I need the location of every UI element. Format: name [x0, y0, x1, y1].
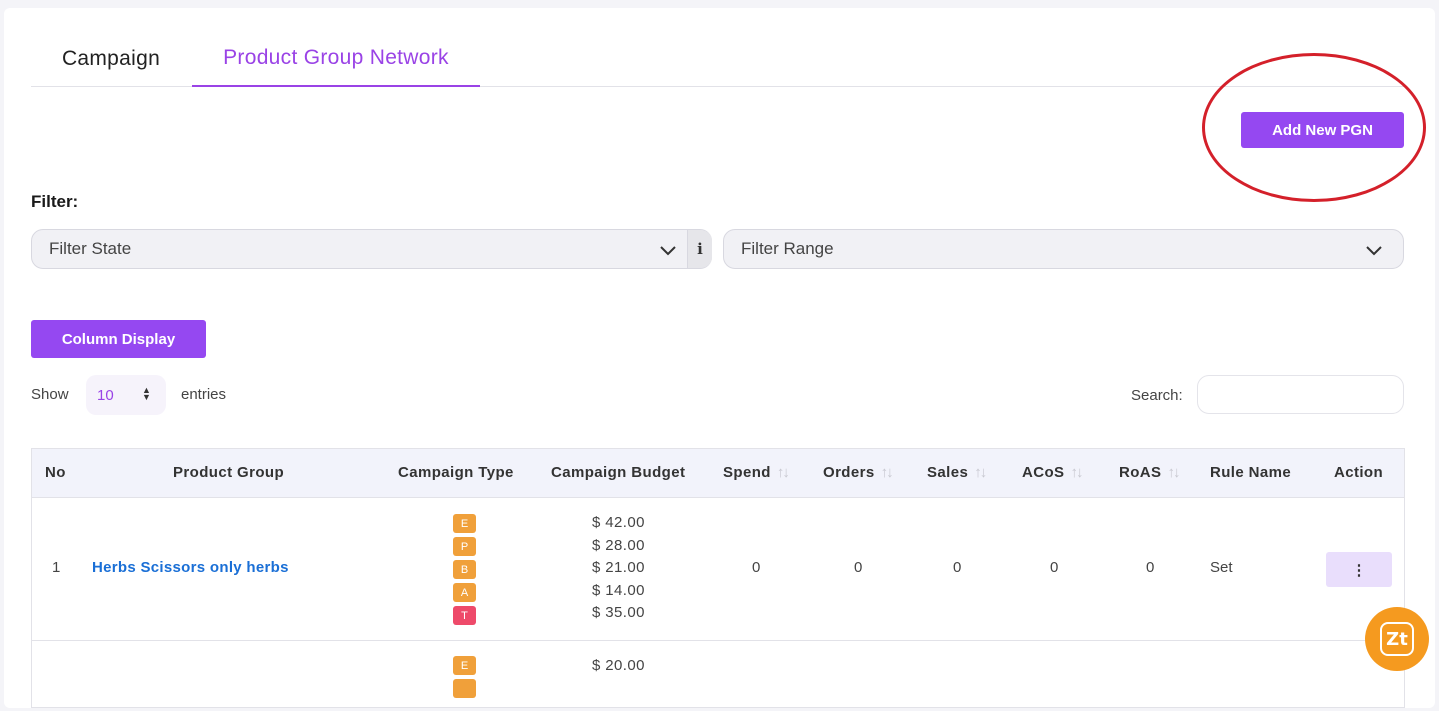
- chevron-down-icon: [1366, 246, 1382, 256]
- campaign-type-badge: E: [453, 514, 476, 533]
- campaign-budget: $ 20.00: [592, 657, 645, 674]
- search-label: Search:: [1131, 387, 1183, 404]
- row-number: 1: [52, 559, 61, 576]
- show-label: Show: [31, 386, 69, 403]
- zt-logo-icon: Zt: [1380, 622, 1414, 656]
- sort-icon: ↑↓: [1070, 464, 1083, 481]
- header-acos[interactable]: ACoS ↑↓: [1022, 464, 1083, 481]
- entries-value: 10: [97, 386, 114, 404]
- header-roas-label: RoAS: [1119, 464, 1162, 481]
- campaign-type-badge: P: [453, 537, 476, 556]
- row-action-menu-button[interactable]: ⋮: [1326, 552, 1392, 587]
- filter-range-placeholder: Filter Range: [741, 239, 834, 258]
- sort-icon: ↑↓: [974, 464, 987, 481]
- entries-per-page-select[interactable]: 10 ▲ ▼: [86, 375, 166, 415]
- tab-product-group-network[interactable]: Product Group Network: [192, 30, 480, 87]
- roas-value: 0: [1146, 559, 1155, 576]
- header-orders[interactable]: Orders ↑↓: [823, 464, 894, 481]
- column-display-button[interactable]: Column Display: [31, 320, 206, 358]
- campaign-budget: $ 28.00: [592, 537, 645, 554]
- header-spend-label: Spend: [723, 464, 771, 481]
- header-acos-label: ACoS: [1022, 464, 1065, 481]
- header-action: Action: [1334, 464, 1384, 481]
- campaign-budget: $ 42.00: [592, 514, 645, 531]
- pgn-table: No Product Group Campaign Type Campaign …: [31, 448, 1405, 708]
- table-row: E $ 20.00: [32, 641, 1404, 711]
- info-icon[interactable]: i: [687, 230, 712, 268]
- select-arrows-icon: ▲ ▼: [142, 385, 151, 402]
- tab-bar: Campaign Product Group Network: [31, 30, 1407, 87]
- chevron-down-icon: [660, 246, 676, 256]
- filter-state-placeholder: Filter State: [49, 239, 132, 258]
- header-spend[interactable]: Spend ↑↓: [723, 464, 790, 481]
- header-sales[interactable]: Sales ↑↓: [927, 464, 987, 481]
- add-new-pgn-button[interactable]: Add New PGN: [1241, 112, 1404, 148]
- header-campaign-type[interactable]: Campaign Type: [398, 464, 514, 481]
- spend-value: 0: [752, 559, 761, 576]
- sort-icon: ↑↓: [776, 464, 790, 481]
- campaign-type-badge: [453, 679, 476, 698]
- sort-icon: ↑↓: [880, 464, 894, 481]
- filter-label: Filter:: [31, 192, 79, 211]
- acos-value: 0: [1050, 559, 1059, 576]
- filter-state-select[interactable]: Filter State i: [31, 229, 712, 269]
- sales-value: 0: [953, 559, 962, 576]
- header-rule-name[interactable]: Rule Name: [1210, 464, 1291, 481]
- header-product-group[interactable]: Product Group: [173, 464, 284, 481]
- campaign-type-badge: E: [453, 656, 476, 675]
- orders-value: 0: [854, 559, 863, 576]
- campaign-budget: $ 14.00: [592, 582, 645, 599]
- sort-icon: ↑↓: [1167, 464, 1180, 481]
- search-input[interactable]: [1197, 375, 1404, 414]
- header-roas[interactable]: RoAS ↑↓: [1119, 464, 1180, 481]
- product-group-link[interactable]: Herbs Scissors only herbs: [92, 559, 289, 576]
- header-orders-label: Orders: [823, 464, 875, 481]
- chat-widget-button[interactable]: Zt: [1365, 607, 1429, 671]
- filter-range-select[interactable]: Filter Range: [723, 229, 1404, 269]
- table-row: 1 Herbs Scissors only herbs E P B A T $ …: [32, 498, 1404, 641]
- header-no[interactable]: No: [45, 464, 66, 481]
- entries-label: entries: [181, 386, 227, 403]
- campaign-budget: $ 21.00: [592, 559, 645, 576]
- table-header: No Product Group Campaign Type Campaign …: [32, 449, 1404, 498]
- tab-campaign[interactable]: Campaign: [31, 30, 191, 87]
- campaign-type-badge: A: [453, 583, 476, 602]
- campaign-budget: $ 35.00: [592, 604, 645, 621]
- header-sales-label: Sales: [927, 464, 969, 481]
- header-campaign-budget[interactable]: Campaign Budget: [551, 464, 685, 481]
- campaign-type-badge: T: [453, 606, 476, 625]
- campaign-type-badge: B: [453, 560, 476, 579]
- rule-name-value: Set: [1210, 559, 1233, 576]
